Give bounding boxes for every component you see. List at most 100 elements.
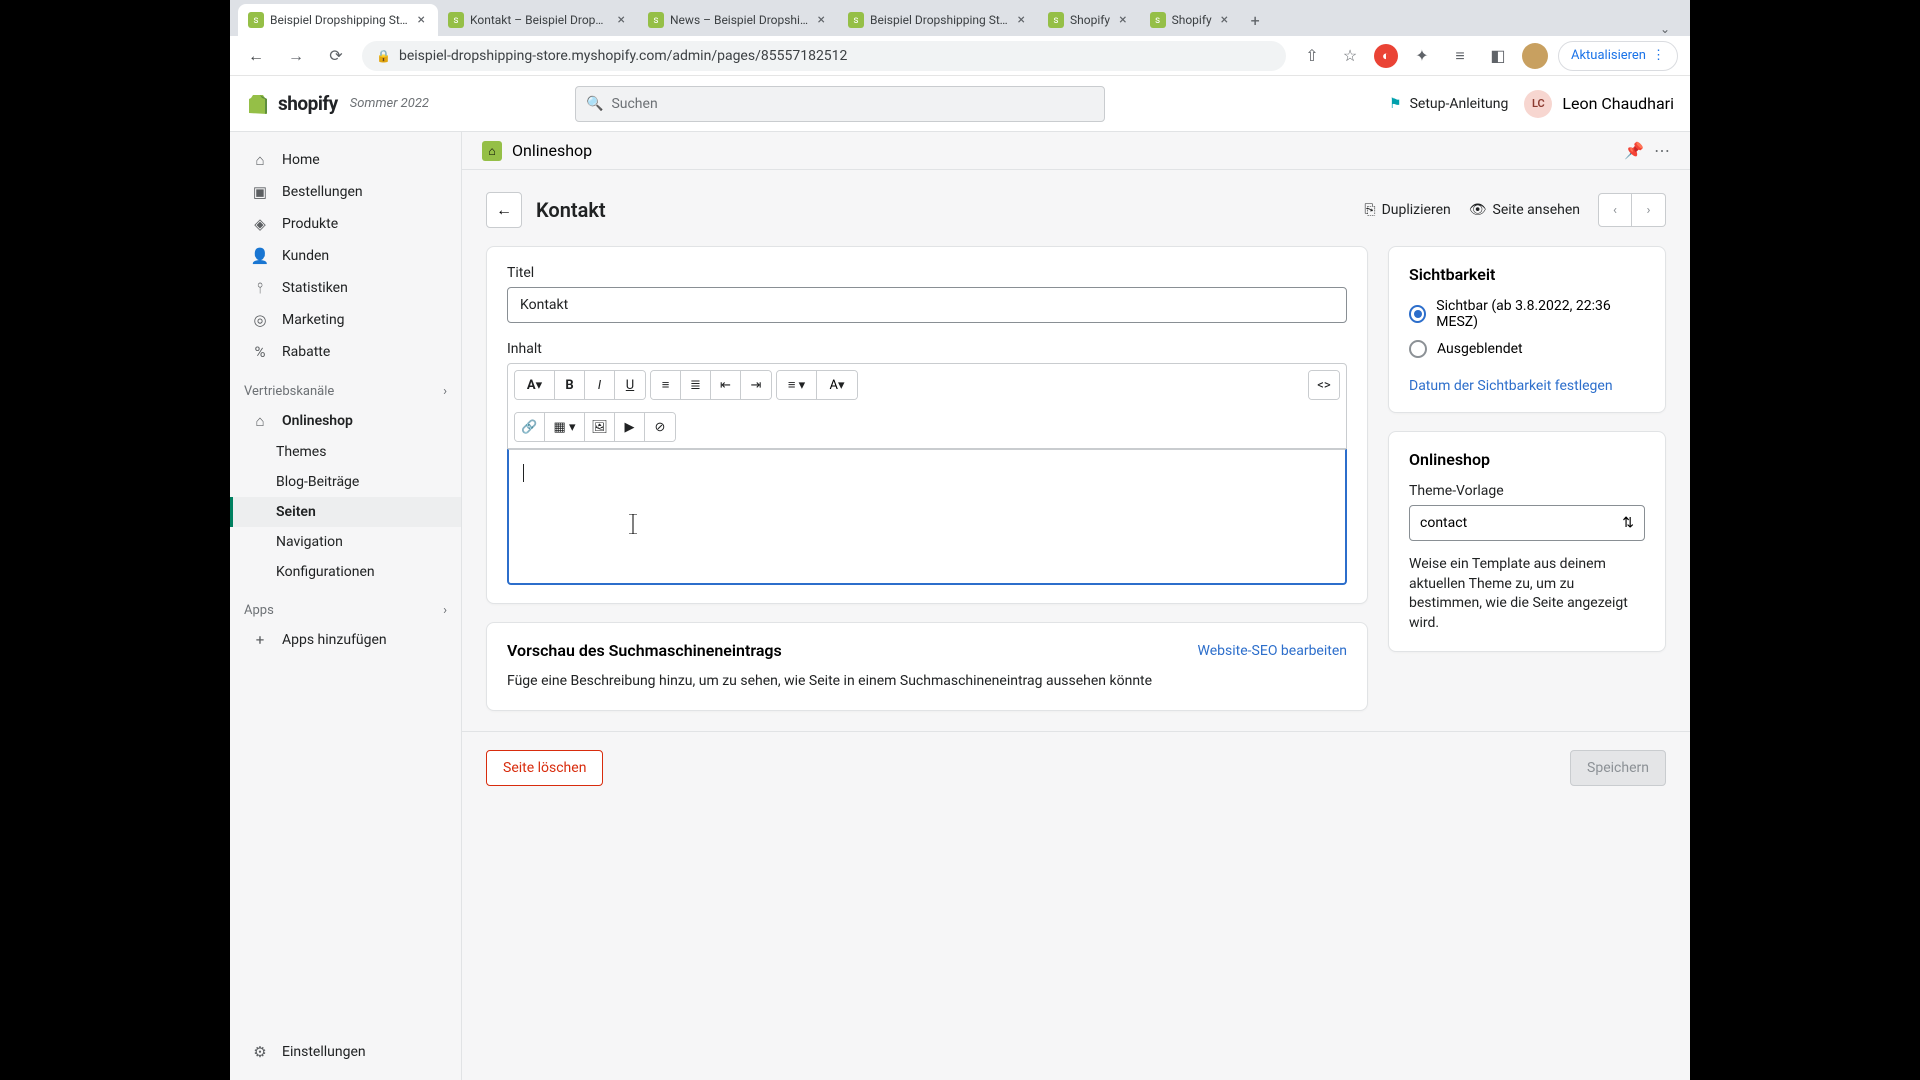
extensions-icon[interactable]: ✦ xyxy=(1408,42,1436,70)
browser-tab-1[interactable]: sKontakt – Beispiel Dropship× xyxy=(438,4,638,36)
nav-home[interactable]: ⌂Home xyxy=(236,144,455,176)
browser-tab-2[interactable]: sNews – Beispiel Dropshipp× xyxy=(638,4,838,36)
store-context-icon: ⌂ xyxy=(482,141,502,161)
bullet-list-button[interactable]: ≡ xyxy=(651,371,681,399)
template-card: Onlineshop Theme-Vorlage contact ⇅ Weise… xyxy=(1388,431,1666,652)
tabs-menu-icon[interactable]: ⌄ xyxy=(1648,22,1682,36)
browser-tab-3[interactable]: sBeispiel Dropshipping Stor× xyxy=(838,4,1038,36)
close-icon[interactable]: × xyxy=(1218,12,1231,28)
nav-analytics[interactable]: ⫯Statistiken xyxy=(236,272,455,304)
close-icon[interactable]: × xyxy=(615,12,628,28)
channels-heading[interactable]: Vertriebskanäle› xyxy=(230,368,461,405)
nav-navigation[interactable]: Navigation xyxy=(230,527,461,557)
close-icon[interactable]: × xyxy=(1015,12,1028,28)
image-button[interactable]: 🖼 xyxy=(585,413,615,441)
visible-radio[interactable]: Sichtbar (ab 3.8.2022, 22:36 MESZ) xyxy=(1409,298,1645,330)
view-page-button[interactable]: 👁Seite ansehen xyxy=(1469,202,1580,218)
table-dropdown[interactable]: ▦ ▾ xyxy=(545,413,585,441)
browser-tab-0[interactable]: sBeispiel Dropshipping Stor× xyxy=(238,4,438,36)
schedule-link[interactable]: Datum der Sichtbarkeit festlegen xyxy=(1409,378,1613,394)
save-button[interactable]: Speichern xyxy=(1570,750,1666,786)
indent-button[interactable]: ⇥ xyxy=(741,371,771,399)
nav-discounts[interactable]: %Rabatte xyxy=(236,336,455,368)
chevron-right-icon: › xyxy=(443,384,447,399)
template-label: Theme-Vorlage xyxy=(1409,483,1645,499)
html-button[interactable]: <> xyxy=(1309,371,1339,399)
shopify-logo[interactable]: shopify Sommer 2022 xyxy=(246,92,429,116)
nav-customers[interactable]: 👤Kunden xyxy=(236,240,455,272)
edit-seo-link[interactable]: Website-SEO bearbeiten xyxy=(1198,643,1347,659)
share-icon[interactable]: ⇧ xyxy=(1298,42,1326,70)
search-input[interactable]: 🔍 Suchen xyxy=(575,86,1105,122)
close-icon[interactable]: × xyxy=(1116,12,1129,28)
reload-icon[interactable]: ⟳ xyxy=(322,42,350,70)
nav-themes[interactable]: Themes xyxy=(230,437,461,467)
template-select[interactable]: contact ⇅ xyxy=(1409,505,1645,541)
browser-tab-4[interactable]: sShopify× xyxy=(1038,4,1140,36)
more-icon[interactable]: ⋯ xyxy=(1654,141,1670,160)
apps-heading[interactable]: Apps› xyxy=(230,587,461,624)
nav-settings[interactable]: ⚙Einstellungen xyxy=(236,1036,455,1068)
color-dropdown[interactable]: A ▾ xyxy=(817,371,857,399)
plus-icon: + xyxy=(250,630,270,650)
new-tab-button[interactable]: + xyxy=(1241,4,1269,36)
back-icon[interactable]: ← xyxy=(242,42,270,70)
extension-icon[interactable]: ◐ xyxy=(1374,44,1398,68)
lock-icon: 🔒 xyxy=(376,49,391,63)
underline-button[interactable]: U xyxy=(615,371,645,399)
star-icon[interactable]: ☆ xyxy=(1336,42,1364,70)
link-button[interactable]: 🔗 xyxy=(515,413,545,441)
duplicate-icon: ⎘ xyxy=(1364,202,1375,218)
italic-button[interactable]: I xyxy=(585,371,615,399)
duplicate-button[interactable]: ⎘Duplizieren xyxy=(1364,202,1450,218)
user-avatar: LC xyxy=(1524,90,1552,118)
content-editor[interactable] xyxy=(507,449,1347,585)
clear-format-button[interactable]: ⊘ xyxy=(645,413,675,441)
video-button[interactable]: ▶ xyxy=(615,413,645,441)
shopify-bag-icon xyxy=(246,92,270,116)
nav-onlineshop[interactable]: ⌂Onlineshop xyxy=(236,405,455,437)
nav-marketing[interactable]: ◎Marketing xyxy=(236,304,455,336)
orders-icon: ▣ xyxy=(250,182,270,202)
reading-list-icon[interactable]: ≡ xyxy=(1446,42,1474,70)
next-page-button[interactable]: › xyxy=(1632,193,1666,227)
url-text: beispiel-dropshipping-store.myshopify.co… xyxy=(399,48,847,64)
title-input[interactable] xyxy=(507,287,1347,323)
nav-pages[interactable]: Seiten xyxy=(230,497,461,527)
nav-preferences[interactable]: Konfigurationen xyxy=(230,557,461,587)
home-icon: ⌂ xyxy=(250,150,270,170)
format-dropdown[interactable]: A ▾ xyxy=(515,371,555,399)
align-dropdown[interactable]: ≡ ▾ xyxy=(777,371,817,399)
browser-tab-5[interactable]: sShopify× xyxy=(1140,4,1242,36)
profile-avatar-icon[interactable] xyxy=(1522,43,1548,69)
number-list-button[interactable]: ≣ xyxy=(681,371,711,399)
content-label: Inhalt xyxy=(507,341,1347,357)
nav-orders[interactable]: ▣Bestellungen xyxy=(236,176,455,208)
user-menu[interactable]: LC Leon Chaudhari xyxy=(1524,90,1674,118)
nav-add-apps[interactable]: +Apps hinzufügen xyxy=(236,624,455,656)
gear-icon: ⚙ xyxy=(250,1042,270,1062)
outdent-button[interactable]: ⇤ xyxy=(711,371,741,399)
pin-icon[interactable]: 📌 xyxy=(1624,141,1644,160)
bold-button[interactable]: B xyxy=(555,371,585,399)
visibility-heading: Sichtbarkeit xyxy=(1409,265,1645,284)
hidden-radio[interactable]: Ausgeblendet xyxy=(1409,340,1645,358)
address-bar[interactable]: 🔒 beispiel-dropshipping-store.myshopify.… xyxy=(362,41,1286,71)
page-header: ← Kontakt ⎘Duplizieren 👁Seite ansehen ‹ … xyxy=(462,170,1690,246)
nav-blog[interactable]: Blog-Beiträge xyxy=(230,467,461,497)
prev-page-button[interactable]: ‹ xyxy=(1598,193,1632,227)
back-button[interactable]: ← xyxy=(486,192,522,228)
close-icon[interactable]: × xyxy=(415,12,428,28)
delete-page-button[interactable]: Seite löschen xyxy=(486,750,603,786)
update-button[interactable]: Aktualisieren⋮ xyxy=(1558,41,1678,71)
editor-toolbar: A ▾ B I U ≡ ≣ ⇤ ⇥ xyxy=(507,363,1347,449)
nav-products[interactable]: ◈Produkte xyxy=(236,208,455,240)
radio-checked-icon xyxy=(1409,305,1426,323)
forward-icon[interactable]: → xyxy=(282,42,310,70)
store-icon: ⌂ xyxy=(250,411,270,431)
search-icon: 🔍 xyxy=(586,96,603,112)
setup-guide-link[interactable]: ⚑ Setup-Anleitung xyxy=(1389,96,1508,112)
close-icon[interactable]: × xyxy=(815,12,828,28)
panel-icon[interactable]: ◧ xyxy=(1484,42,1512,70)
marketing-icon: ◎ xyxy=(250,310,270,330)
